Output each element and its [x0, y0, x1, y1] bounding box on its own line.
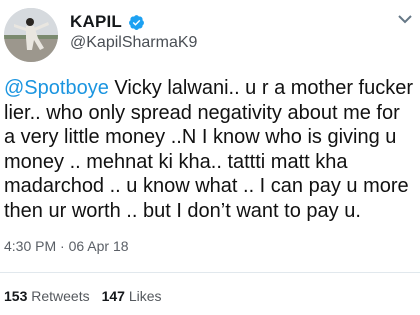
tweet-text: @Spotboye Vicky lalwani.. u r a mother f…	[4, 76, 416, 223]
verified-badge-icon	[129, 14, 144, 30]
avatar[interactable]	[4, 8, 58, 62]
retweets-label[interactable]: Retweets	[31, 288, 89, 304]
divider	[0, 272, 420, 273]
tweet-timestamp[interactable]: 4:30 PM · 06 Apr 18	[4, 238, 129, 254]
retweets-count[interactable]: 153	[4, 288, 27, 304]
author-display-name[interactable]: KAPIL	[70, 12, 122, 32]
likes-label[interactable]: Likes	[129, 288, 162, 304]
tweet-stats: 153 Retweets 147 Likes	[4, 288, 162, 304]
chevron-down-icon[interactable]	[398, 14, 412, 24]
tweet-mention-link[interactable]: @Spotboye	[4, 77, 109, 99]
likes-count[interactable]: 147	[102, 288, 125, 304]
author-name-row: KAPIL	[70, 12, 145, 32]
author-handle[interactable]: @KapilSharmaK9	[70, 34, 197, 52]
avatar-image	[4, 8, 58, 62]
